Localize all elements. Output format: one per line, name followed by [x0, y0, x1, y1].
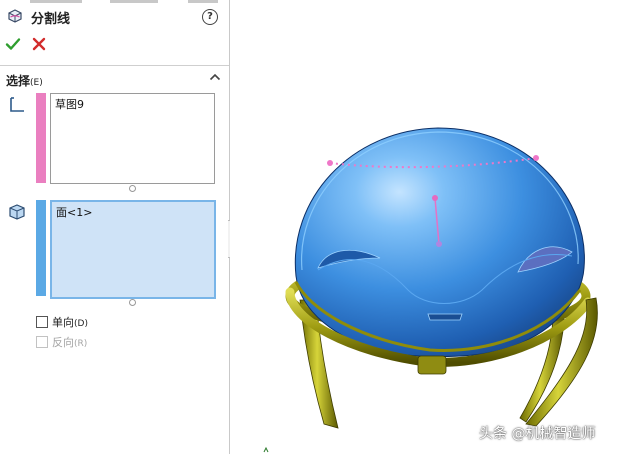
cancel-x-icon[interactable] [32, 37, 46, 51]
single-direction-label[interactable]: 单向(D) [52, 314, 88, 330]
sketch-endpoint-left[interactable] [327, 160, 333, 166]
face-list-resize-grip[interactable] [129, 299, 136, 306]
collapse-chevron-icon[interactable] [209, 72, 221, 82]
split-line-feature-icon [8, 9, 22, 23]
sketch-selection-color-bar [36, 93, 46, 183]
selection-section-accelerator: (E) [30, 78, 43, 88]
projection-start-point[interactable] [432, 195, 438, 201]
reverse-direction-text: 反向 [52, 336, 74, 349]
sketch-endpoint-right[interactable] [533, 155, 539, 161]
sketch-list-resize-grip[interactable] [129, 185, 136, 192]
reverse-direction-label: 反向(R) [52, 334, 87, 350]
feature-title: 分割线 [31, 12, 71, 27]
selection-section-header[interactable]: 选择(E) [6, 72, 43, 89]
sketch-selection-box[interactable]: 草图9 [50, 93, 215, 184]
sketch-selection-icon [10, 97, 24, 112]
help-icon[interactable]: ? [202, 9, 218, 25]
face-selection-box[interactable]: 面<1> [50, 200, 216, 299]
projection-end-point[interactable] [436, 241, 442, 247]
panel-tab-strip [0, 0, 229, 3]
single-direction-checkbox[interactable] [36, 316, 48, 328]
dome-cutout-center [427, 313, 463, 321]
stand-clamp [417, 355, 447, 375]
model-view[interactable] [230, 0, 625, 454]
selection-section-title: 选择 [6, 74, 31, 88]
reverse-direction-checkbox [36, 336, 48, 348]
face-selection-icon [9, 204, 25, 220]
face-selection-color-bar [36, 200, 46, 296]
origin-marker-icon [263, 446, 269, 453]
watermark: 头条 @机械智造师 [479, 426, 596, 442]
property-manager-panel: 分割线 ? 选择(E) 草图9 面<1> 单向(D) 反向(R) [0, 0, 230, 454]
face-list-item[interactable]: 面<1> [56, 204, 92, 220]
reverse-direction-accelerator: (R) [74, 339, 88, 349]
ok-check-icon[interactable] [5, 36, 21, 52]
single-direction-text: 单向 [52, 316, 74, 329]
graphics-viewport[interactable] [230, 0, 625, 454]
section-divider [0, 65, 229, 66]
single-direction-accelerator: (D) [74, 319, 88, 329]
sketch-list-item[interactable]: 草图9 [55, 96, 84, 112]
